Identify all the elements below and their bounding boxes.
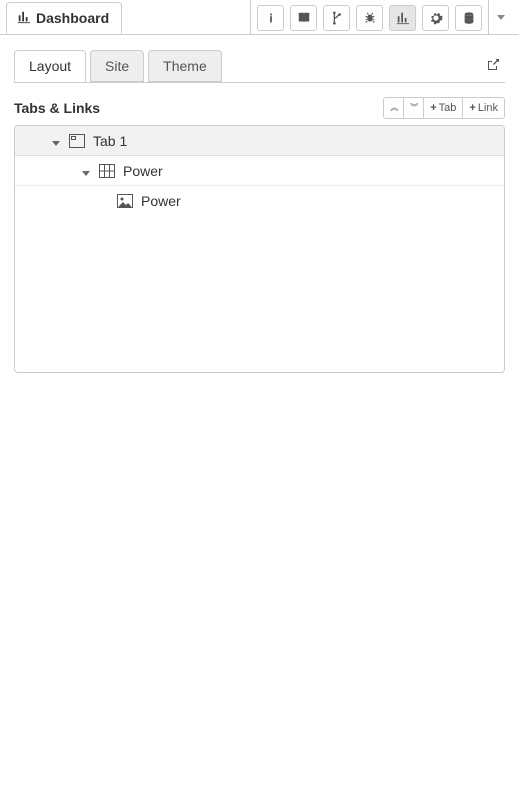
tab-layout[interactable]: Layout: [14, 50, 86, 82]
tree-item-label: Power: [141, 193, 181, 209]
section-actions: ︽ ︾ + Tab + Link: [383, 97, 505, 119]
book-icon: [297, 11, 311, 25]
add-tab-label: Tab: [439, 102, 457, 114]
tab-theme-label: Theme: [163, 58, 207, 74]
main-tab-strip: Dashboard: [0, 0, 122, 34]
content: Layout Site Theme Tabs & Links ︽ ︾ + Tab: [0, 35, 519, 387]
info-icon: [264, 11, 278, 25]
bar-chart-icon: [17, 10, 31, 27]
chevron-double-up-icon: ︽: [390, 104, 397, 112]
tab-icon: [69, 134, 85, 148]
tree-root-label: Tab 1: [93, 133, 127, 149]
bug-icon: [363, 11, 377, 25]
expand-all-button[interactable]: ︾: [403, 97, 424, 119]
chevron-down-icon[interactable]: [51, 133, 61, 149]
database-icon: [462, 11, 476, 25]
top-bar: Dashboard: [0, 0, 519, 35]
toolbar-overflow-button[interactable]: [489, 0, 513, 34]
info-button[interactable]: [257, 5, 284, 31]
branch-button[interactable]: [323, 5, 350, 31]
bug-button[interactable]: [356, 5, 383, 31]
tree-row-group[interactable]: Power: [15, 156, 504, 186]
add-tab-button[interactable]: + Tab: [423, 97, 463, 119]
plus-icon: +: [469, 102, 475, 114]
bar-chart-icon: [396, 11, 410, 25]
plus-icon: +: [430, 102, 436, 114]
image-icon: [117, 194, 133, 208]
chart-button[interactable]: [389, 5, 416, 31]
collapse-all-button[interactable]: ︽: [383, 97, 404, 119]
database-button[interactable]: [455, 5, 482, 31]
tree-row-root[interactable]: Tab 1: [15, 126, 504, 156]
branch-icon: [330, 11, 344, 25]
section-title: Tabs & Links: [14, 100, 100, 116]
main-tab-dashboard[interactable]: Dashboard: [6, 2, 122, 34]
gear-icon: [429, 11, 443, 25]
tab-layout-label: Layout: [29, 58, 71, 74]
main-tab-label: Dashboard: [36, 10, 109, 26]
toolbar-button-group: [250, 0, 489, 34]
grid-icon: [99, 164, 115, 178]
chevron-double-down-icon: ︾: [410, 104, 417, 112]
settings-button[interactable]: [422, 5, 449, 31]
toolbar: [250, 0, 519, 34]
tree: Tab 1 Power Power: [14, 125, 505, 373]
tab-theme[interactable]: Theme: [148, 50, 222, 82]
section-header: Tabs & Links ︽ ︾ + Tab + Link: [14, 97, 505, 119]
sub-tab-strip: Layout Site Theme: [14, 49, 505, 83]
book-button[interactable]: [290, 5, 317, 31]
tree-group-label: Power: [123, 163, 163, 179]
tab-site-label: Site: [105, 58, 129, 74]
tab-site[interactable]: Site: [90, 50, 144, 82]
chevron-down-icon[interactable]: [81, 163, 91, 179]
add-link-button[interactable]: + Link: [462, 97, 505, 119]
tree-row-item[interactable]: Power: [15, 186, 504, 216]
add-link-label: Link: [478, 102, 498, 114]
external-link-icon[interactable]: [485, 57, 501, 73]
